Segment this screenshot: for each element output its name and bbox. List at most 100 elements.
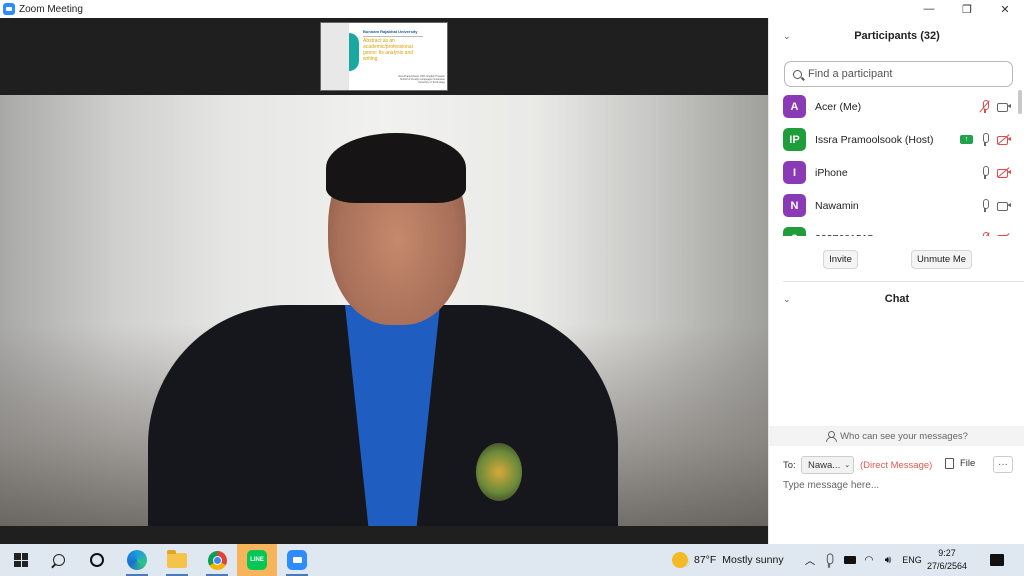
participant-name: 2227681515 <box>815 233 873 237</box>
to-label: To: <box>783 460 796 471</box>
participant-name: iPhone <box>815 166 848 179</box>
taskbar-search-button[interactable] <box>40 544 78 576</box>
partly-sunny-icon <box>672 552 688 568</box>
collapse-chevron-icon[interactable]: ⌄ <box>783 31 791 42</box>
participant-list[interactable]: A Acer (Me) IP Issra Pramoolsook (Host) … <box>769 90 1017 236</box>
notifications-button[interactable] <box>984 544 1010 576</box>
participant-name: Issra Pramoolsook (Host) <box>815 133 934 146</box>
invite-button[interactable]: Invite <box>823 250 858 269</box>
file-icon <box>945 458 954 469</box>
search-icon <box>793 69 802 79</box>
windows-logo-icon <box>14 553 28 567</box>
scrollbar-thumb[interactable] <box>1018 90 1022 114</box>
shared-slide-thumbnail[interactable]: Bunnam Rajabhat University Abstract as a… <box>320 22 448 91</box>
video-area[interactable]: Bunnam Rajabhat University Abstract as a… <box>0 18 768 544</box>
cortana-icon <box>90 553 104 567</box>
file-explorer-button[interactable] <box>157 544 197 576</box>
participant-search[interactable] <box>784 61 1013 87</box>
weather-temperature: 87°F <box>694 554 717 566</box>
weather-widget[interactable]: 87°F Mostly sunny <box>672 544 798 576</box>
who-can-see-link[interactable]: Who can see your messages? <box>769 426 1024 446</box>
minimize-button[interactable]: — <box>910 0 948 18</box>
video-icon[interactable] <box>997 201 1011 211</box>
avatar: I <box>783 161 806 184</box>
participant-row[interactable]: IP Issra Pramoolsook (Host) ↑ <box>769 123 1017 156</box>
wifi-button[interactable]: ◠ <box>860 544 878 576</box>
taskbar-clock[interactable]: 9:27 27/6/2564 <box>926 547 968 573</box>
microphone-icon <box>824 552 835 568</box>
participant-row[interactable]: A Acer (Me) <box>769 90 1017 123</box>
volume-button[interactable]: 🔊︎ <box>878 544 898 576</box>
avatar: 2 <box>783 227 806 236</box>
mic-icon[interactable] <box>980 199 990 212</box>
unmute-me-button[interactable]: Unmute Me <box>911 250 972 269</box>
more-options-button[interactable]: ··· <box>993 456 1013 473</box>
mic-muted-icon[interactable] <box>979 232 990 236</box>
line-app-highlight: LINE <box>237 544 277 576</box>
chrome-icon <box>207 550 227 570</box>
clock-time: 9:27 <box>938 548 956 558</box>
show-hidden-icons-button[interactable]: ︿ <box>802 544 818 576</box>
chevron-down-icon: ⌄ <box>844 462 851 469</box>
participants-title: Participants (32) <box>854 30 940 42</box>
search-icon <box>53 554 65 566</box>
wifi-icon: ◠ <box>864 554 874 566</box>
cortana-button[interactable] <box>78 544 116 576</box>
screen-share-icon: ↑ <box>960 135 973 144</box>
mic-muted-icon[interactable] <box>979 100 990 113</box>
chat-header: ⌄ Chat <box>769 288 1024 310</box>
participant-name: Acer (Me) <box>815 100 862 113</box>
weather-description: Mostly sunny <box>722 554 784 566</box>
mic-icon[interactable] <box>980 166 990 179</box>
language-button[interactable]: ENG <box>900 544 924 576</box>
slide-university: Bunnam Rajabhat University <box>363 29 418 34</box>
language-indicator: ENG <box>902 555 922 565</box>
collapse-chevron-icon[interactable]: ⌄ <box>783 294 791 305</box>
line-app-button[interactable]: LINE <box>237 544 277 576</box>
participants-header: ⌄ Participants (32) <box>769 18 1024 54</box>
slide-title: Abstract as an academic/professional gen… <box>363 38 414 62</box>
chat-messages <box>769 310 1024 426</box>
microphone-tray-button[interactable] <box>820 544 838 576</box>
video-off-icon[interactable] <box>997 134 1011 145</box>
edge-icon <box>127 550 147 570</box>
title-bar: Zoom Meeting — ❐ ✕ <box>0 0 1024 18</box>
panel-divider <box>783 281 1024 282</box>
file-button[interactable]: File <box>945 458 975 469</box>
avatar: N <box>783 194 806 217</box>
battery-button[interactable] <box>840 544 860 576</box>
restore-button[interactable]: ❐ <box>948 0 986 18</box>
chat-recipient-row: To: Nawa... ⌄ (Direct Message) File ··· <box>769 455 1024 475</box>
participant-search-input[interactable] <box>808 68 998 80</box>
participant-row[interactable]: 2 2227681515 <box>769 222 1017 236</box>
video-icon[interactable] <box>997 102 1011 112</box>
zoom-app-button[interactable] <box>277 544 317 576</box>
slide-accent-shape <box>349 33 359 71</box>
recipient-dropdown[interactable]: Nawa... ⌄ <box>801 456 854 474</box>
speaker-hair <box>326 133 466 203</box>
video-off-icon[interactable] <box>997 233 1011 236</box>
participant-name: Nawamin <box>815 199 859 212</box>
participant-row[interactable]: I iPhone <box>769 156 1017 189</box>
start-button[interactable] <box>2 544 40 576</box>
recipient-value: Nawa... <box>808 459 841 471</box>
who-can-see-text: Who can see your messages? <box>840 430 968 442</box>
caret-up-icon: ︿ <box>804 554 816 567</box>
close-button[interactable]: ✕ <box>986 0 1024 18</box>
edge-app-button[interactable] <box>117 544 157 576</box>
side-panel: ⌄ Participants (32) A Acer (Me) IP Issra… <box>768 18 1024 544</box>
participant-row[interactable]: N Nawamin <box>769 189 1017 222</box>
mic-icon[interactable] <box>980 133 990 146</box>
windows-taskbar: LINE 87°F Mostly sunny ︿ ◠ 🔊︎ ENG 9:27 2… <box>0 544 1024 576</box>
participant-scrollbar[interactable] <box>1017 90 1023 236</box>
battery-icon <box>844 556 856 564</box>
zoom-icon <box>287 550 307 570</box>
chrome-app-button[interactable] <box>197 544 237 576</box>
video-off-icon[interactable] <box>997 167 1011 178</box>
window-title: Zoom Meeting <box>19 3 83 15</box>
clock-date: 27/6/2564 <box>926 561 968 571</box>
speaker-video[interactable] <box>0 95 768 526</box>
chat-message-input[interactable] <box>783 480 1013 491</box>
avatar: IP <box>783 128 806 151</box>
chat-title: Chat <box>884 293 910 305</box>
